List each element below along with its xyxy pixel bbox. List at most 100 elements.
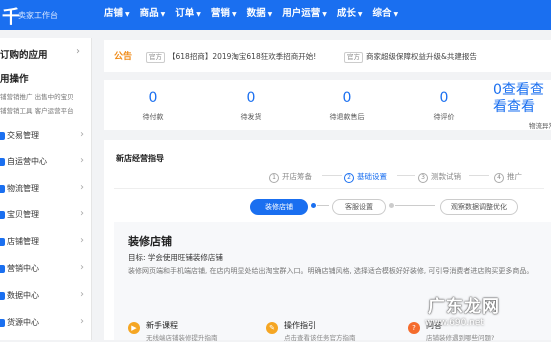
stat-value: 0 bbox=[439, 90, 449, 106]
sourcing-icon bbox=[0, 319, 5, 327]
card-title: 操作指引 bbox=[284, 321, 316, 330]
sidebar-item-label: 数据中心 bbox=[7, 291, 39, 300]
sidebar-item-marketing[interactable]: 营销中心 › bbox=[0, 261, 90, 279]
task-description: 装修网页端和手机端店铺, 在店内明显处给出淘宝群入口。明确店铺风格, 选择适合模… bbox=[128, 267, 534, 275]
marketing-icon bbox=[0, 265, 5, 273]
step-number: 2 bbox=[344, 173, 354, 183]
stat-refunds[interactable]: 0 待退款售后 bbox=[317, 90, 377, 122]
progress-dot bbox=[389, 203, 394, 208]
main-nav: 店铺 ▼ 商品 ▼ 订单 ▼ 营销 ▼ 数据 ▼ 用户运营 ▼ 成长 ▼ 综合 ▼ bbox=[104, 0, 408, 30]
sidebar: 订购的应用 › 用操作 铺营销推广 出售中的宝贝 铺营销工具 客户运营平台 交易… bbox=[0, 38, 92, 340]
task-goal: 目标: 学会使用旺铺装修店铺 bbox=[128, 253, 223, 262]
sidebar-item-self-ops[interactable]: 自运营中心 › bbox=[0, 154, 90, 172]
step-number: 4 bbox=[494, 173, 504, 183]
sidebar-item-label: 宝贝管理 bbox=[7, 210, 39, 219]
pencil-icon: ✎ bbox=[266, 322, 278, 334]
top-nav-bar: 千 卖家工作台 店铺 ▼ 商品 ▼ 订单 ▼ 营销 ▼ 数据 ▼ 用户运营 ▼ 成长 ▼ 综合… bbox=[0, 0, 551, 30]
sidebar-item-trade[interactable]: 交易管理 › bbox=[0, 128, 90, 146]
quick-links-row[interactable]: 铺营销工具 客户运营平台 bbox=[0, 105, 74, 115]
play-icon: ▶ bbox=[128, 322, 140, 334]
announcement-title: 公告 bbox=[114, 52, 133, 62]
nav-general[interactable]: 综合 ▼ bbox=[372, 0, 398, 30]
stat-pending-review[interactable]: 0 待评价 bbox=[414, 90, 474, 122]
sidebar-item-label: 营销中心 bbox=[7, 264, 39, 273]
nav-label: 店铺 bbox=[104, 8, 124, 19]
trade-icon bbox=[0, 132, 5, 140]
chevron-right-icon[interactable]: › bbox=[76, 46, 80, 57]
progress-line bbox=[395, 205, 435, 206]
step-test-sell[interactable]: 3 测款试销 bbox=[418, 171, 461, 183]
step-prepare[interactable]: 1 开店筹备 bbox=[269, 171, 312, 183]
nav-marketing[interactable]: 营销 ▼ bbox=[211, 0, 237, 30]
stat-pending-shipment[interactable]: 0 待发货 bbox=[221, 90, 281, 122]
sidebar-item-shop[interactable]: 店铺管理 › bbox=[0, 234, 90, 252]
sidebar-item-sourcing[interactable]: 货源中心 › bbox=[0, 315, 90, 333]
nav-user-ops[interactable]: 用户运营 ▼ bbox=[282, 0, 327, 30]
nav-label: 营销 bbox=[210, 8, 230, 19]
announcement-link[interactable]: 商家超级保障权益升级&共建报告 bbox=[366, 51, 477, 62]
step-connector bbox=[397, 175, 415, 176]
quick-links-row[interactable]: 铺营销推广 出售中的宝贝 bbox=[0, 91, 74, 101]
task-panel: 装修店铺 目标: 学会使用旺铺装修店铺 装修网页端和手机端店铺, 在店内明显处给… bbox=[114, 222, 551, 340]
card-subtitle: 点击查看该任务官方指南 bbox=[284, 334, 356, 342]
substep-customer-service[interactable]: 客服设置 bbox=[332, 199, 386, 215]
sidebar-item-label: 店铺管理 bbox=[7, 237, 39, 246]
progress-dot bbox=[311, 203, 316, 208]
nav-label: 数据 bbox=[246, 8, 266, 19]
step-label: 开店筹备 bbox=[282, 172, 312, 181]
stat-value: 0 bbox=[342, 90, 352, 106]
sidebar-item-products[interactable]: 宝贝管理 › bbox=[0, 207, 90, 225]
sidebar-header[interactable]: 订购的应用 bbox=[0, 47, 48, 61]
step-number: 1 bbox=[269, 173, 279, 183]
step-label: 推广 bbox=[507, 172, 522, 181]
nav-goods[interactable]: 商品 ▼ bbox=[140, 0, 166, 30]
step-label: 测款试销 bbox=[431, 172, 461, 181]
chevron-right-icon: › bbox=[80, 235, 84, 246]
product-icon bbox=[0, 211, 5, 219]
substep-decorate-shop[interactable]: 装修店铺 bbox=[250, 199, 308, 215]
announcement-link[interactable]: 【618招商】2019淘宝618狂欢季招商开始! bbox=[168, 51, 316, 62]
stat-label: 待退款售后 bbox=[329, 113, 365, 121]
sidebar-item-label: 物流管理 bbox=[7, 184, 39, 193]
nav-label: 用户运营 bbox=[282, 8, 321, 19]
chevron-right-icon: › bbox=[80, 262, 84, 273]
self-ops-icon bbox=[0, 158, 5, 166]
data-icon bbox=[0, 292, 5, 300]
sidebar-item-data[interactable]: 数据中心 › bbox=[0, 288, 90, 306]
stat-logistics-value[interactable]: 0查看查看查看 bbox=[493, 82, 551, 116]
nav-label: 综合 bbox=[372, 8, 392, 19]
stat-label: 待付款 bbox=[142, 113, 164, 121]
announcement-bar: 公告 官方 【618招商】2019淘宝618狂欢季招商开始! 官方 商家超级保障… bbox=[104, 40, 551, 72]
watermark: 广东龙网 bbox=[428, 297, 500, 317]
stat-label: 物流异常 bbox=[529, 122, 551, 130]
chevron-right-icon: › bbox=[80, 129, 84, 140]
step-promote[interactable]: 4 推广 bbox=[494, 171, 522, 183]
nav-shop[interactable]: 店铺 ▼ bbox=[104, 0, 130, 30]
stat-value: 0 bbox=[148, 90, 158, 106]
sidebar-item-logistics[interactable]: 物流管理 › bbox=[0, 181, 90, 199]
card-subtitle: 无线端店铺装修提升指南 bbox=[146, 334, 218, 342]
chevron-down-icon: ▼ bbox=[393, 11, 399, 18]
logistics-icon bbox=[0, 185, 5, 193]
nav-data[interactable]: 数据 ▼ bbox=[247, 0, 273, 30]
stat-pending-payment[interactable]: 0 待付款 bbox=[123, 90, 183, 122]
workbench-subtitle: 卖家工作台 bbox=[18, 11, 58, 20]
step-number: 3 bbox=[418, 173, 428, 183]
task-title: 装修店铺 bbox=[128, 235, 172, 248]
substep-observe-data[interactable]: 观察数据调整优化 bbox=[440, 199, 518, 215]
guide-title: 新店经营指导 bbox=[116, 154, 164, 163]
chevron-down-icon: ▼ bbox=[267, 11, 273, 18]
order-stats: 0 待付款 0 待发货 0 待退款售后 0 待评价 0查看查看查看 物流异常 bbox=[104, 80, 551, 130]
sidebar-item-label: 自运营中心 bbox=[7, 157, 47, 166]
watermark-url: www.690.net bbox=[425, 318, 484, 328]
chevron-down-icon: ▼ bbox=[231, 11, 237, 18]
nav-label: 成长 bbox=[336, 8, 356, 19]
chevron-right-icon: › bbox=[80, 155, 84, 166]
step-basic-settings[interactable]: 2 基础设置 bbox=[344, 171, 387, 183]
nav-label: 订单 bbox=[175, 8, 195, 19]
card-title: 新手课程 bbox=[146, 321, 178, 330]
nav-growth[interactable]: 成长 ▼ bbox=[337, 0, 363, 30]
nav-orders[interactable]: 订单 ▼ bbox=[175, 0, 201, 30]
card-subtitle: 店铺装修遇到哪些问题? bbox=[426, 334, 495, 342]
chevron-down-icon: ▼ bbox=[160, 11, 166, 18]
